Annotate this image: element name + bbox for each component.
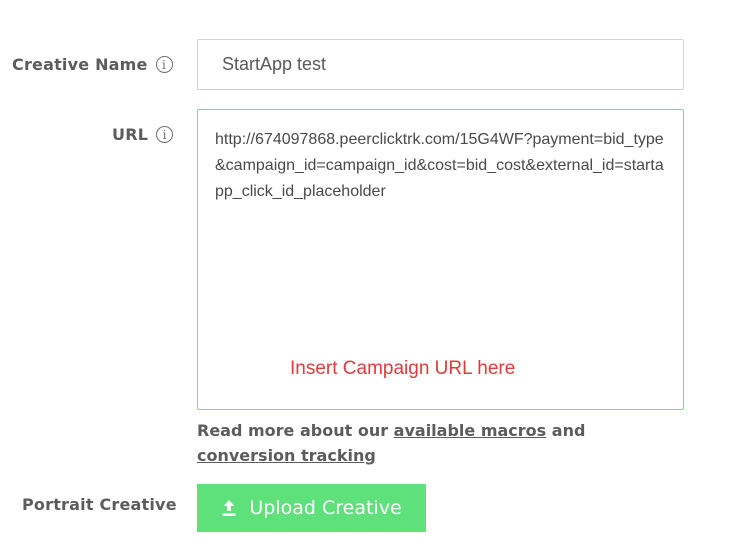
info-icon[interactable]: i — [156, 126, 174, 143]
creative-form: Creative Name i URL i http://674097868.p… — [0, 0, 756, 546]
upload-creative-button[interactable]: Upload Creative — [197, 484, 426, 532]
insert-url-annotation: Insert Campaign URL here — [290, 358, 516, 379]
url-label: URL — [112, 125, 149, 144]
creative-name-label-row: Creative Name i — [12, 55, 173, 74]
help-prefix: Read more about our — [197, 421, 389, 440]
available-macros-link[interactable]: available macros — [394, 421, 547, 440]
upload-creative-label: Upload Creative — [249, 497, 402, 519]
url-textarea[interactable]: http://674097868.peerclicktrk.com/15G4WF… — [197, 109, 684, 410]
creative-name-label: Creative Name — [12, 55, 148, 74]
portrait-creative-label: Portrait Creative — [22, 495, 177, 514]
info-icon[interactable]: i — [155, 56, 173, 73]
help-middle: and — [551, 421, 586, 440]
url-label-row: URL i — [112, 125, 174, 144]
macros-help-text: Read more about our available macros and… — [197, 418, 667, 468]
url-value[interactable]: http://674097868.peerclicktrk.com/15G4WF… — [215, 127, 670, 205]
portrait-creative-label-row: Portrait Creative — [22, 495, 177, 514]
conversion-tracking-link[interactable]: conversion tracking — [197, 446, 376, 465]
upload-icon — [222, 500, 236, 516]
creative-name-input[interactable] — [197, 39, 684, 90]
